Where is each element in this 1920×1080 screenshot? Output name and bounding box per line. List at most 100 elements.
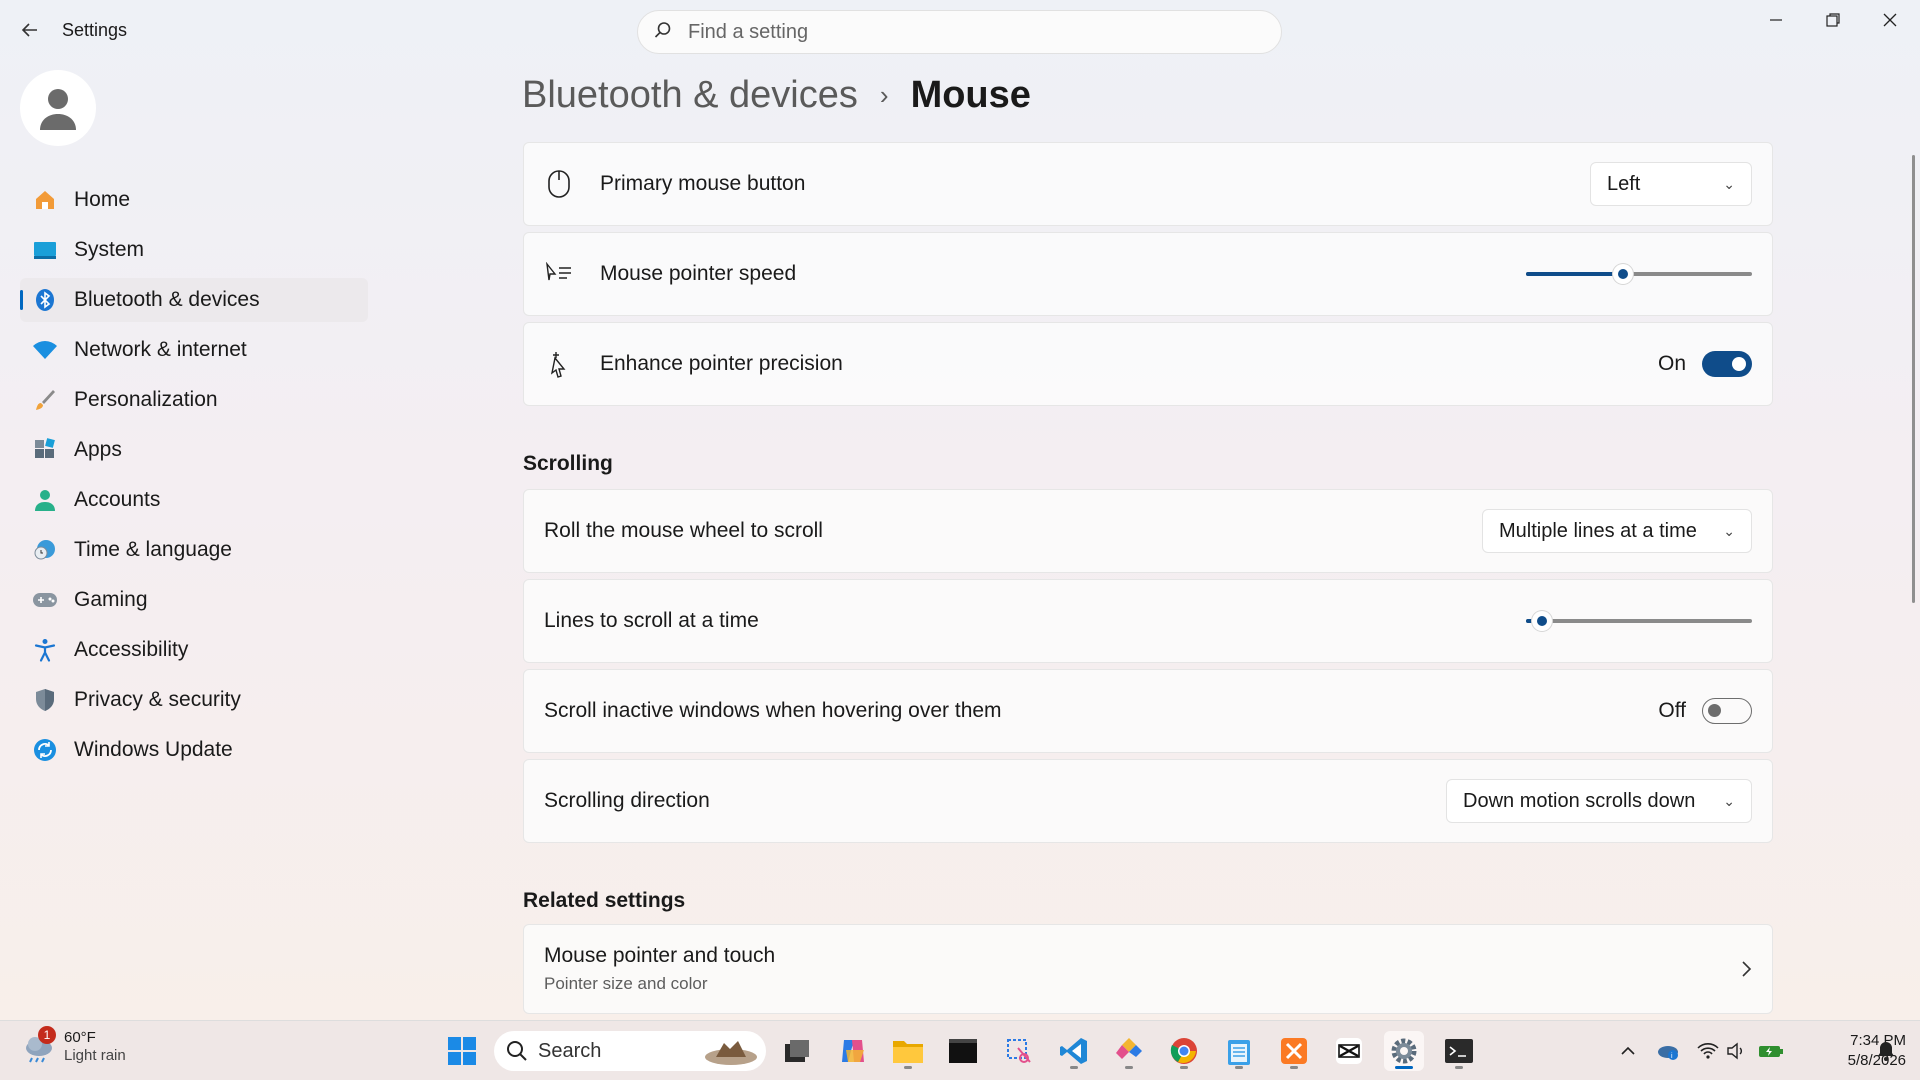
primary-button-dropdown[interactable]: Left ⌄	[1590, 162, 1752, 206]
title-bar: Settings	[0, 0, 1920, 64]
task-view-button[interactable]	[777, 1031, 817, 1071]
settings-app[interactable]	[1384, 1031, 1424, 1071]
search-box[interactable]	[637, 10, 1282, 54]
running-indicator	[1290, 1066, 1298, 1069]
command-prompt-app[interactable]	[1439, 1031, 1479, 1071]
app-colorful[interactable]	[1109, 1031, 1149, 1071]
chrome-app[interactable]	[1164, 1031, 1204, 1071]
sidebar-item-network[interactable]: Network & internet	[20, 328, 368, 372]
terminal-app[interactable]	[943, 1031, 983, 1071]
card-label: Scroll inactive windows when hovering ov…	[544, 699, 1002, 722]
copilot-icon	[842, 1040, 864, 1062]
capcut-app[interactable]	[1329, 1031, 1369, 1071]
minimize-button[interactable]	[1748, 0, 1804, 40]
weather-temp: 60°F	[64, 1029, 96, 1046]
mouse-pointer-touch-link[interactable]: Mouse pointer and touch Pointer size and…	[523, 924, 1773, 1014]
home-icon	[32, 187, 58, 213]
lines-to-scroll-slider[interactable]	[1526, 611, 1752, 631]
sidebar-item-accounts[interactable]: Accounts	[20, 478, 368, 522]
update-icon	[32, 737, 58, 763]
notification-badge: 1	[38, 1026, 56, 1044]
onedrive-tray[interactable]: i	[1654, 1035, 1682, 1067]
sidebar-item-bluetooth[interactable]: Bluetooth & devices	[20, 278, 368, 322]
sidebar-item-label: Network & internet	[74, 338, 247, 361]
weather-widget[interactable]: 1 60°F Light rain	[22, 1026, 126, 1065]
card-label: Roll the mouse wheel to scroll	[544, 519, 823, 542]
pointer-speed-card: Mouse pointer speed	[523, 232, 1773, 316]
sidebar-item-label: Accounts	[74, 488, 161, 511]
slider-thumb[interactable]	[1531, 611, 1552, 631]
xampp-app[interactable]	[1274, 1031, 1314, 1071]
primary-mouse-button-card: Primary mouse button Left ⌄	[523, 142, 1773, 226]
volume-tray[interactable]	[1722, 1035, 1750, 1067]
running-indicator	[1070, 1066, 1078, 1069]
sidebar-item-label: Privacy & security	[74, 688, 241, 711]
file-explorer-app[interactable]	[888, 1031, 928, 1071]
taskbar-search[interactable]: Search	[494, 1031, 766, 1071]
scroll-inactive-toggle[interactable]	[1702, 698, 1752, 724]
taskbar-search-label: Search	[538, 1039, 602, 1062]
battery-tray[interactable]	[1757, 1035, 1785, 1067]
terminal-window-icon	[949, 1039, 977, 1063]
running-indicator	[1180, 1066, 1188, 1069]
search-input[interactable]	[688, 20, 1248, 44]
pointer-speed-icon	[544, 259, 574, 289]
back-button[interactable]	[16, 16, 44, 44]
card-control	[1740, 925, 1752, 1013]
scroll-inactive-card: Scroll inactive windows when hovering ov…	[523, 669, 1773, 753]
close-button[interactable]	[1862, 0, 1918, 40]
enhance-precision-toggle[interactable]	[1702, 351, 1752, 377]
accounts-icon	[32, 487, 58, 513]
scrolling-direction-dropdown[interactable]: Down motion scrolls down ⌄	[1446, 779, 1752, 823]
copilot-app[interactable]	[833, 1031, 873, 1071]
sidebar-item-personalization[interactable]: Personalization	[20, 378, 368, 422]
folder-icon	[893, 1041, 923, 1063]
running-indicator	[1395, 1066, 1413, 1069]
card-control: Multiple lines at a time ⌄	[1482, 490, 1752, 572]
card-label: Scrolling direction	[544, 789, 710, 812]
pointer-speed-slider[interactable]	[1526, 264, 1752, 284]
sidebar-item-time-language[interactable]: Time & language	[20, 528, 368, 572]
show-hidden-icons-button[interactable]	[1614, 1035, 1642, 1067]
card-control: On	[1658, 323, 1752, 405]
snipping-tool-app[interactable]	[999, 1031, 1039, 1071]
restore-button[interactable]	[1805, 0, 1861, 40]
breadcrumb-parent[interactable]: Bluetooth & devices	[522, 74, 858, 117]
card-control	[1526, 580, 1752, 662]
running-indicator	[904, 1066, 912, 1069]
vscode-app[interactable]	[1054, 1031, 1094, 1071]
lines-to-scroll-card: Lines to scroll at a time	[523, 579, 1773, 663]
user-avatar[interactable]	[20, 70, 96, 146]
sidebar-item-accessibility[interactable]: Accessibility	[20, 628, 368, 672]
system-icon	[32, 237, 58, 263]
chevron-down-icon: ⌄	[1723, 522, 1735, 539]
slider-thumb[interactable]	[1613, 264, 1634, 284]
wifi-tray[interactable]	[1694, 1035, 1722, 1067]
notepad-app[interactable]	[1219, 1031, 1259, 1071]
card-label: Lines to scroll at a time	[544, 609, 759, 632]
sidebar-item-privacy[interactable]: Privacy & security	[20, 678, 368, 722]
sidebar-item-apps[interactable]: Apps	[20, 428, 368, 472]
notifications-button[interactable]	[1872, 1035, 1900, 1067]
breadcrumb: Bluetooth & devices › Mouse	[522, 70, 1031, 120]
weather-text: 60°F Light rain	[64, 1029, 126, 1065]
scrollbar[interactable]	[1912, 155, 1915, 603]
start-button[interactable]	[442, 1031, 482, 1071]
sidebar-item-gaming[interactable]: Gaming	[20, 578, 368, 622]
weather-rain-icon: 1	[22, 1026, 56, 1064]
running-indicator	[1455, 1066, 1463, 1069]
accessibility-icon	[32, 637, 58, 663]
bell-snooze-icon	[1878, 1042, 1894, 1061]
wifi-icon	[32, 337, 58, 363]
running-indicator	[1125, 1066, 1133, 1069]
notepad-icon	[1228, 1040, 1250, 1065]
sidebar-item-label: Time & language	[74, 538, 232, 561]
card-text: Mouse pointer and touch Pointer size and…	[544, 944, 775, 994]
related-settings-title: Related settings	[523, 889, 686, 912]
sidebar-item-system[interactable]: System	[20, 228, 368, 272]
sidebar-item-windows-update[interactable]: Windows Update	[20, 728, 368, 772]
scissors-icon	[1007, 1039, 1031, 1063]
roll-wheel-dropdown[interactable]: Multiple lines at a time ⌄	[1482, 509, 1752, 553]
sidebar-item-home[interactable]: Home	[20, 178, 368, 222]
toggle-state-label: On	[1657, 352, 1686, 375]
